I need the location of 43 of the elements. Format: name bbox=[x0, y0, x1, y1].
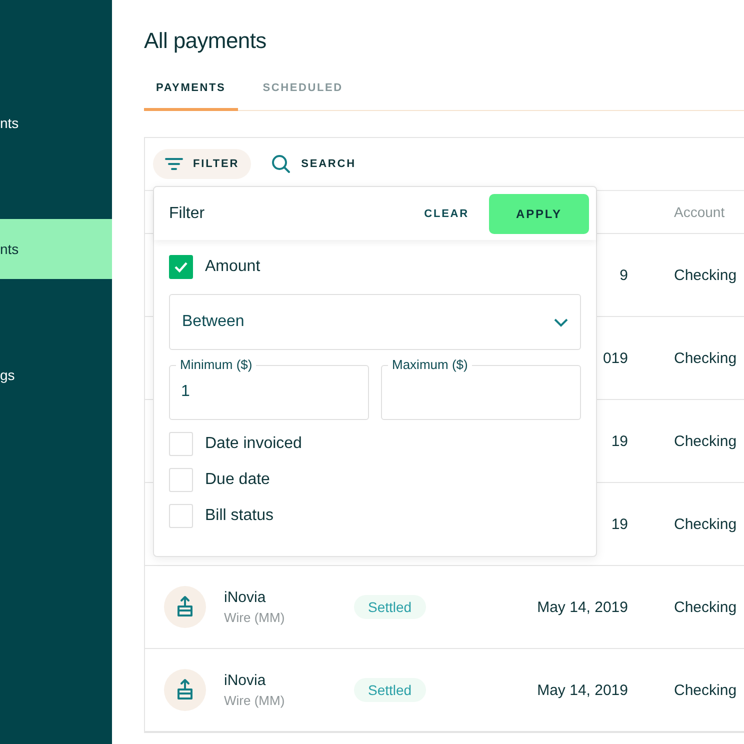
tab[interactable]: PAYMENTS bbox=[144, 74, 238, 111]
status-badge: Settled bbox=[354, 678, 426, 702]
sidebar-item[interactable]: gs bbox=[0, 345, 112, 405]
sidebar-item[interactable]: nts bbox=[0, 219, 112, 279]
payment-method: Wire (MM) bbox=[224, 610, 286, 625]
upload-tray-icon bbox=[164, 586, 206, 628]
date-cell: May 14, 2019 bbox=[537, 598, 628, 616]
apply-button[interactable]: APPLY bbox=[489, 194, 589, 234]
account-cell: Checking bbox=[674, 682, 737, 698]
payee-name: iNovia bbox=[224, 672, 267, 689]
checkbox-label: Bill status bbox=[205, 507, 274, 525]
clear-button[interactable]: CLEAR bbox=[420, 202, 473, 226]
panel-title: Filter bbox=[169, 204, 206, 222]
payment-method: Wire (MM) bbox=[224, 693, 286, 708]
account-cell: Checking bbox=[674, 266, 737, 284]
date-cell: 19 bbox=[611, 432, 628, 450]
select-field[interactable]: Between bbox=[169, 294, 581, 350]
search-icon bbox=[271, 154, 292, 174]
account-cell: Checking bbox=[674, 598, 737, 616]
field-label: Minimum ($) bbox=[176, 357, 256, 372]
account-cell: Checking bbox=[674, 516, 737, 532]
filter-icon bbox=[165, 157, 183, 171]
date-cell: May 14, 2019 bbox=[537, 682, 628, 698]
date-cell: 9 bbox=[620, 266, 628, 284]
checkbox-label: Due date bbox=[205, 471, 270, 489]
account-cell: Checking bbox=[674, 432, 737, 450]
filter-button[interactable]: FILTER bbox=[153, 149, 252, 179]
checkbox-label: Date invoiced bbox=[205, 435, 302, 453]
page-title: All payments bbox=[144, 28, 268, 54]
column-header: Account bbox=[674, 204, 725, 220]
field-label: Maximum ($) bbox=[388, 357, 472, 372]
checkbox-label: Amount bbox=[205, 258, 260, 276]
date-cell: 19 bbox=[611, 516, 628, 532]
payee-name: iNovia bbox=[224, 589, 267, 606]
date-cell: 019 bbox=[602, 350, 628, 366]
status-badge: Settled bbox=[354, 595, 426, 619]
sidebar-item[interactable]: nts bbox=[0, 93, 112, 153]
chevron-down-icon bbox=[554, 318, 568, 326]
upload-tray-icon bbox=[164, 669, 206, 711]
checkmark-icon bbox=[174, 261, 188, 273]
account-cell: Checking bbox=[674, 350, 737, 366]
checkbox[interactable] bbox=[169, 255, 193, 279]
search-button[interactable]: SEARCH bbox=[259, 146, 368, 182]
